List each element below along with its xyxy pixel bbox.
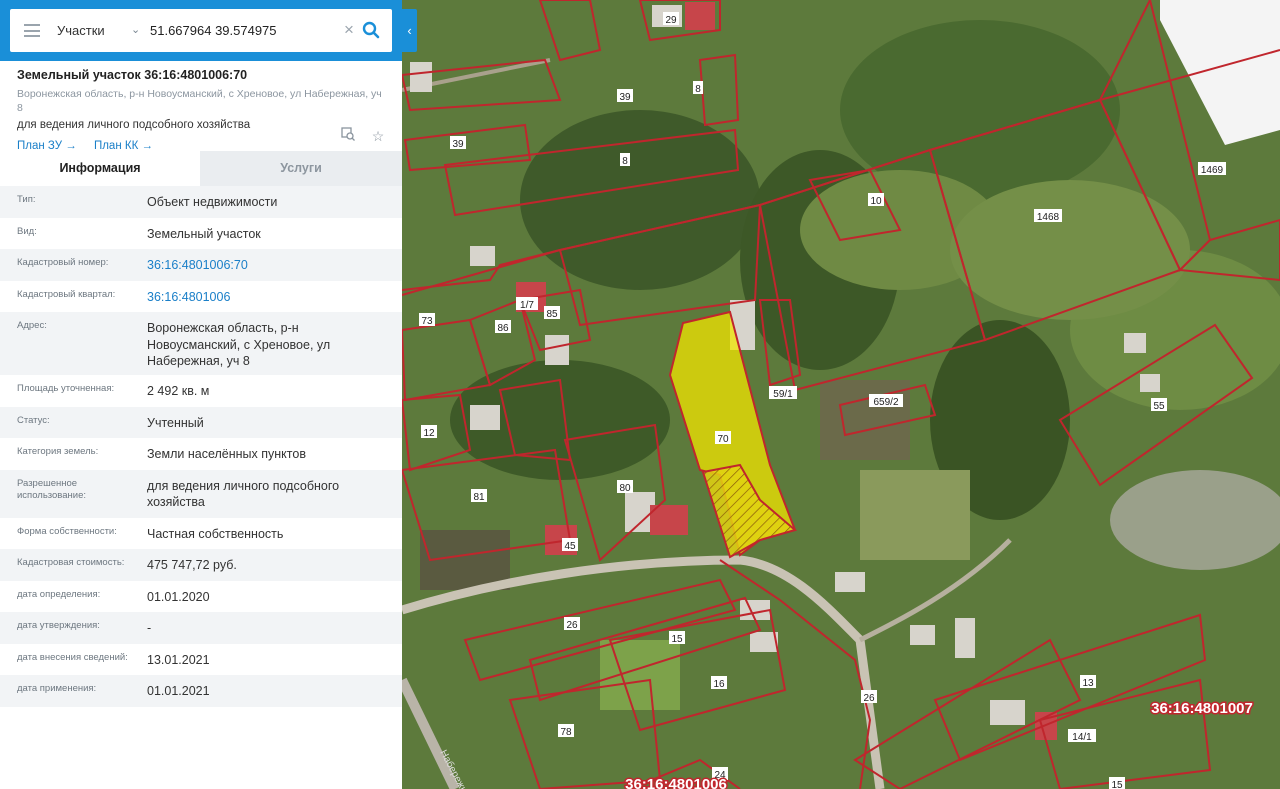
object-info-panel: Участки ⌄ × Земельный участок 36:16:4801… (0, 0, 402, 789)
info-row-address: Адрес: Воронежская область, р-н Новоусман… (0, 312, 402, 375)
plot-number-label[interactable]: 59/1 (773, 389, 793, 400)
row-value: для ведения личного подсобного хозяйства (147, 478, 340, 510)
plot-number-label[interactable]: 39 (619, 92, 631, 103)
plot-number-label[interactable]: 8 (695, 84, 701, 95)
info-row-date-approved: дата утверждения: - (0, 612, 402, 644)
plot-number-label[interactable]: 8 (622, 156, 628, 167)
plot-number-label[interactable]: 659/2 (873, 397, 898, 408)
info-row-ownership: Форма собственности: Частная собственност… (0, 518, 402, 550)
plot-number-label[interactable]: 55 (1153, 401, 1165, 412)
search-bar: Участки ⌄ × (0, 0, 402, 61)
row-value: Земельный участок (147, 226, 261, 241)
row-value: Учтенный (147, 415, 204, 430)
collapse-panel-button[interactable]: ‹ (402, 9, 417, 52)
plot-number-label[interactable]: 1468 (1037, 212, 1060, 223)
row-value: 2 492 кв. м (147, 384, 210, 398)
row-value: Земли населённых пунктов (147, 447, 306, 461)
plot-number-label[interactable]: 16 (713, 679, 725, 690)
plot-number-label[interactable]: 45 (564, 541, 576, 552)
info-row-date-applied: дата применения: 01.01.2021 (0, 675, 402, 707)
plot-number-label[interactable]: 29 (665, 15, 677, 26)
plot-number-label[interactable]: 15 (671, 634, 683, 645)
cadastral-quarter-link[interactable]: 36:16:4801006 (147, 289, 402, 313)
row-value: Воронежская область, р-н Новоусманский, … (147, 321, 331, 368)
row-key: дата применения: (17, 683, 97, 694)
plot-number-label[interactable]: 73 (421, 316, 433, 327)
plan-zu-link[interactable]: План ЗУ → (17, 140, 77, 152)
row-value: 13.01.2021 (147, 652, 210, 667)
search-icon[interactable] (362, 21, 380, 39)
row-key: Вид: (17, 225, 37, 237)
layer-select-value: Участки (57, 23, 105, 38)
plot-number-label[interactable]: 13 (1082, 678, 1094, 689)
coordinate-search-input[interactable] (150, 9, 340, 52)
layer-select[interactable]: Участки ⌄ (57, 9, 147, 52)
card-header: Земельный участок 36:16:4801006:70 Ворон… (0, 61, 402, 152)
row-key: Статус: (17, 414, 50, 426)
info-tabs: Информация Услуги (0, 151, 402, 186)
cadastral-number-link[interactable]: 36:16:4801006:70 (147, 257, 402, 281)
row-key: Кадастровая стоимость: (17, 557, 125, 568)
street-label: Набережная (437, 748, 475, 789)
row-key: Кадастровый номер: (17, 257, 109, 268)
favorite-star-icon[interactable]: ☆ (370, 128, 386, 144)
search-box: Участки ⌄ × (10, 9, 392, 52)
row-key: дата утверждения: (17, 620, 100, 631)
row-key: дата внесения сведений: (17, 651, 128, 663)
info-row-cadastral-number: Кадастровый номер: 36:16:4801006:70 (0, 249, 402, 281)
info-row-cadastral-value: Кадастровая стоимость: 475 747,72 руб. (0, 549, 402, 581)
info-row-area: Площадь уточненная: 2 492 кв. м (0, 375, 402, 407)
row-key: дата определения: (17, 588, 101, 600)
plot-number-label[interactable]: 1/7 (520, 300, 534, 311)
info-row-date-determined: дата определения: 01.01.2020 (0, 581, 402, 613)
chevron-down-icon: ⌄ (131, 24, 141, 36)
plot-number-label[interactable]: 81 (473, 492, 485, 503)
row-key: Тип: (17, 194, 36, 205)
card-actions: ☆ (330, 127, 386, 146)
row-key: Площадь уточненная: (17, 383, 115, 394)
card-title: Земельный участок 36:16:4801006:70 (17, 68, 248, 82)
plot-number-label[interactable]: 26 (863, 693, 875, 704)
row-value: Частная собственность (147, 526, 284, 541)
plot-number-label[interactable]: 85 (546, 309, 558, 320)
plot-number-label[interactable]: 1469 (1201, 165, 1224, 176)
zoom-to-object-icon[interactable] (340, 127, 356, 143)
info-row-type: Тип: Объект недвижимости (0, 186, 402, 218)
plot-number-label[interactable]: 10 (870, 196, 882, 207)
cadastral-quarter-label[interactable]: 36:16:4801007 (1150, 699, 1255, 719)
tab-information[interactable]: Информация (0, 151, 200, 186)
row-key: Форма собственности: (17, 525, 117, 537)
info-table: Тип: Объект недвижимости Вид: Земельный уч… (0, 186, 402, 707)
card-address: Воронежская область, р-н Новоусманский, … (17, 88, 382, 114)
row-key: Адрес: (17, 320, 47, 331)
cadastral-quarter-label[interactable]: 36:16:4801006 (624, 775, 729, 789)
row-value: 475 747,72 руб. (147, 558, 237, 572)
row-key: Категория земель: (17, 446, 99, 457)
row-value: 01.01.2021 (147, 684, 210, 698)
plot-number-label[interactable]: 70 (717, 434, 729, 445)
plot-number-label[interactable]: 39 (452, 139, 464, 150)
plot-number-label[interactable]: 86 (497, 323, 509, 334)
info-row-status: Статус: Учтенный (0, 406, 402, 438)
plot-number-label[interactable]: 14/1 (1072, 732, 1092, 743)
menu-icon[interactable] (24, 24, 40, 37)
row-value: 01.01.2020 (147, 589, 210, 604)
clear-icon[interactable]: × (341, 21, 357, 39)
plot-number-label[interactable]: 12 (423, 428, 435, 439)
row-key: Разрешенное использование: (17, 477, 87, 501)
tab-services[interactable]: Услуги (200, 151, 402, 186)
plan-kk-link[interactable]: План КК → (94, 140, 153, 152)
info-row-kind: Вид: Земельный участок (0, 218, 402, 250)
row-value: Объект недвижимости (147, 195, 278, 209)
row-value: - (147, 621, 152, 635)
plot-number-label[interactable]: 26 (566, 620, 578, 631)
plot-number-label[interactable]: 80 (619, 483, 631, 494)
info-row-date-entered: дата внесения сведений: 13.01.2021 (0, 644, 402, 676)
plot-number-label[interactable]: 15 (1111, 780, 1123, 789)
row-key: Кадастровый квартал: (17, 288, 116, 300)
info-row-cadastral-quarter: Кадастровый квартал: 36:16:4801006 (0, 281, 402, 313)
info-row-land-category: Категория земель: Земли населённых пункто… (0, 438, 402, 470)
plot-number-label[interactable]: 78 (560, 727, 572, 738)
info-row-permitted-use: Разрешенное использование: для ведения ли… (0, 469, 402, 518)
